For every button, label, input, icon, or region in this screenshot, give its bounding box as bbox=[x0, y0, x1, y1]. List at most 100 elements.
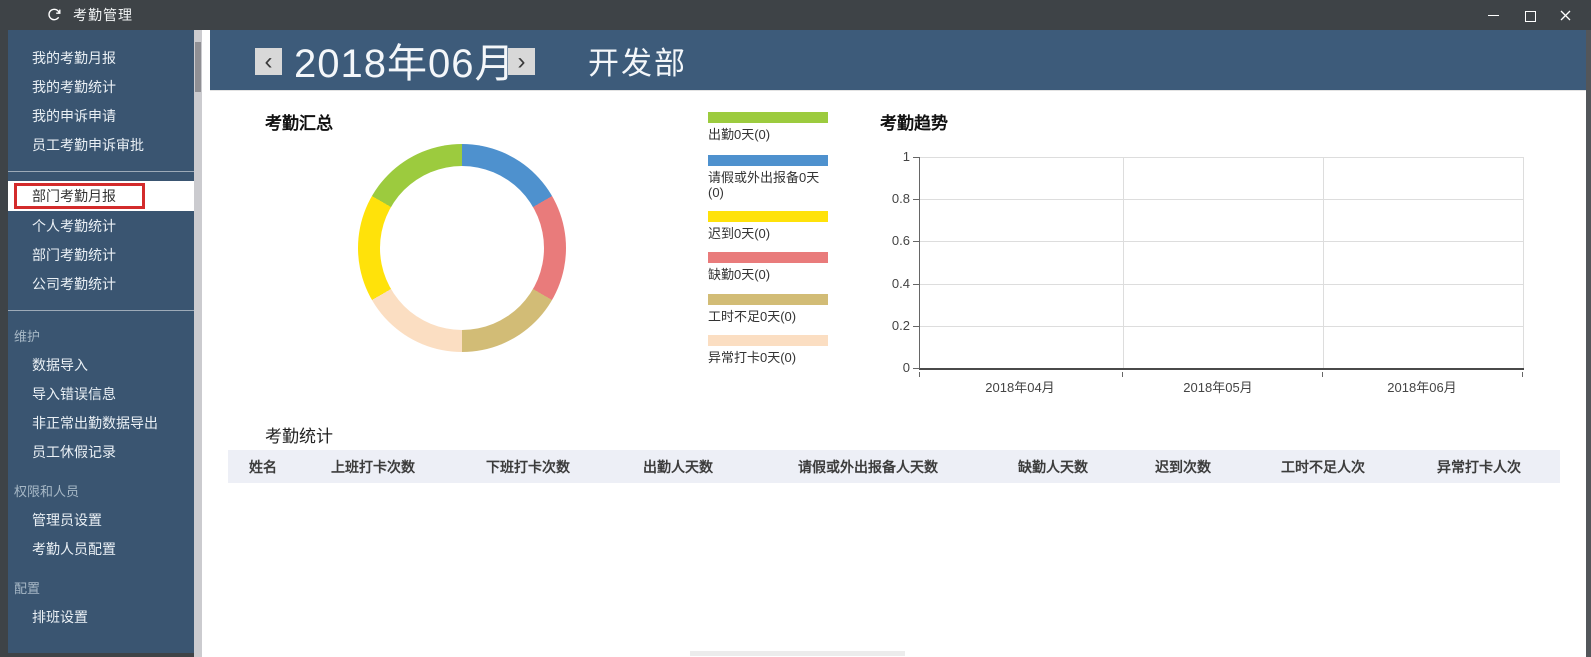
sidebar-item-dept-attendance-stats[interactable]: 部门考勤统计 bbox=[8, 240, 202, 269]
window-right-edge bbox=[1586, 30, 1591, 657]
current-month: 2018年06月 bbox=[294, 42, 516, 86]
sync-icon bbox=[46, 7, 62, 23]
close-button[interactable] bbox=[1547, 0, 1583, 30]
y-axis-label: 0.8 bbox=[891, 191, 910, 206]
attendance-donut bbox=[358, 144, 566, 352]
sidebar-section-config: 配置 bbox=[14, 581, 41, 596]
sidebar-item-personal-attendance-stats[interactable]: 个人考勤统计 bbox=[8, 211, 202, 240]
gridline bbox=[920, 284, 1524, 285]
horizontal-scrollbar-thumb[interactable] bbox=[690, 651, 905, 656]
y-axis-tick bbox=[913, 326, 919, 327]
sidebar-divider bbox=[8, 310, 202, 311]
column-header-abnormal-punch-count: 异常打卡人次 bbox=[1437, 458, 1521, 475]
minimize-button[interactable] bbox=[1475, 0, 1511, 30]
sidebar-item-company-attendance-stats[interactable]: 公司考勤统计 bbox=[8, 269, 202, 298]
summary-title: 考勤汇总 bbox=[265, 114, 333, 133]
column-header-absent-person-days: 缺勤人天数 bbox=[1018, 458, 1088, 475]
stats-table-header: 姓名 上班打卡次数 下班打卡次数 出勤人天数 请假或外出报备人天数 缺勤人天数 … bbox=[228, 450, 1560, 483]
column-header-clockout-count: 下班打卡次数 bbox=[486, 458, 570, 475]
y-axis-tick bbox=[913, 199, 919, 200]
gridline bbox=[920, 157, 1524, 158]
column-header-insufficient-hours-count: 工时不足人次 bbox=[1281, 458, 1365, 475]
x-axis-label: 2018年04月 bbox=[985, 380, 1055, 395]
gridline bbox=[920, 326, 1524, 327]
window-controls bbox=[1475, 0, 1583, 30]
column-header-present-person-days: 出勤人天数 bbox=[643, 458, 713, 475]
sidebar-item-employee-leave-records[interactable]: 员工休假记录 bbox=[8, 437, 202, 466]
legend-item-present[interactable]: 出勤0天(0) bbox=[708, 112, 833, 142]
legend-label: 异常打卡0天(0) bbox=[708, 350, 797, 365]
sidebar-divider bbox=[8, 171, 202, 172]
legend-swatch bbox=[708, 294, 828, 305]
gridline bbox=[1323, 157, 1324, 368]
legend-item-insufficient-hours[interactable]: 工时不足0天(0) bbox=[708, 294, 833, 324]
sidebar-item-shift-settings[interactable]: 排班设置 bbox=[8, 602, 202, 631]
column-header-clockin-count: 上班打卡次数 bbox=[331, 458, 415, 475]
y-axis-tick bbox=[913, 157, 919, 158]
sidebar-item-admin-settings[interactable]: 管理员设置 bbox=[8, 505, 202, 534]
x-axis-tick bbox=[1122, 372, 1123, 377]
legend-swatch bbox=[708, 112, 828, 123]
titlebar: 考勤管理 bbox=[0, 0, 1591, 30]
trend-chart-plot bbox=[919, 157, 1524, 370]
close-icon bbox=[1560, 10, 1570, 20]
column-header-late-count: 迟到次数 bbox=[1155, 458, 1211, 475]
donut-legend: 出勤0天(0) 请假或外出报备0天(0) 迟到0天(0) 缺勤0天(0) 工时不… bbox=[708, 30, 838, 380]
column-header-name: 姓名 bbox=[249, 458, 277, 475]
sidebar-item-import-error-info[interactable]: 导入错误信息 bbox=[8, 379, 202, 408]
restore-icon bbox=[1525, 8, 1539, 22]
gridline bbox=[920, 199, 1524, 200]
y-axis-label: 0.4 bbox=[891, 276, 910, 291]
sidebar-container: 我的考勤月报 我的考勤统计 我的申诉申请 员工考勤申诉审批 部门考勤月报 个人考… bbox=[0, 30, 202, 657]
main-content: ‹ 2018年06月 › 开发部 考勤汇总 出勤0天(0) 请假或外出报备0天(… bbox=[210, 30, 1586, 657]
y-axis-tick bbox=[913, 284, 919, 285]
sidebar-item-dept-monthly-report[interactable]: 部门考勤月报 bbox=[8, 181, 202, 211]
y-axis-label: 1 bbox=[902, 149, 910, 164]
department-name: 开发部 bbox=[588, 45, 687, 81]
minimize-icon bbox=[1487, 14, 1499, 16]
sidebar-item-data-import[interactable]: 数据导入 bbox=[8, 350, 202, 379]
y-axis-tick bbox=[913, 368, 919, 369]
sidebar-item-my-monthly-report[interactable]: 我的考勤月报 bbox=[8, 43, 202, 72]
gridline bbox=[1523, 157, 1524, 368]
y-axis-label: 0.2 bbox=[891, 318, 910, 333]
sidebar-item-employee-appeal-approval[interactable]: 员工考勤申诉审批 bbox=[8, 130, 202, 159]
sidebar-item-my-attendance-stats[interactable]: 我的考勤统计 bbox=[8, 72, 202, 101]
sidebar-item-attendance-staff-config[interactable]: 考勤人员配置 bbox=[8, 534, 202, 563]
sidebar-section-maintenance: 维护 bbox=[14, 329, 41, 344]
legend-label: 迟到0天(0) bbox=[708, 226, 771, 241]
sidebar-scrollbar-track[interactable] bbox=[194, 30, 202, 657]
legend-swatch bbox=[708, 155, 828, 166]
restore-button[interactable] bbox=[1511, 0, 1547, 30]
donut-hole bbox=[380, 166, 544, 330]
sidebar-scrollbar-thumb[interactable] bbox=[195, 42, 201, 92]
y-axis-tick bbox=[913, 241, 919, 242]
legend-swatch bbox=[708, 335, 828, 346]
prev-month-button[interactable]: ‹ bbox=[255, 48, 282, 75]
trend-title: 考勤趋势 bbox=[880, 114, 948, 133]
app-window: 考勤管理 我的考勤月报 我的考勤统计 我的申诉申请 员工考勤申诉审批 部门考勤月… bbox=[0, 0, 1591, 657]
legend-item-late[interactable]: 迟到0天(0) bbox=[708, 211, 833, 241]
x-axis-tick bbox=[1322, 372, 1323, 377]
page-header: ‹ 2018年06月 › 开发部 bbox=[210, 30, 1586, 91]
legend-item-absent[interactable]: 缺勤0天(0) bbox=[708, 252, 833, 282]
sidebar-item-label: 部门考勤月报 bbox=[32, 188, 116, 204]
stats-title: 考勤统计 bbox=[265, 427, 333, 446]
next-month-button[interactable]: › bbox=[508, 48, 535, 75]
sidebar-section-permissions-personnel: 权限和人员 bbox=[14, 484, 80, 499]
legend-item-abnormal-punch[interactable]: 异常打卡0天(0) bbox=[708, 335, 833, 365]
y-axis-label: 0 bbox=[902, 360, 910, 375]
gridline bbox=[920, 241, 1524, 242]
legend-item-leave[interactable]: 请假或外出报备0天(0) bbox=[708, 155, 833, 200]
window-title: 考勤管理 bbox=[73, 7, 133, 23]
legend-label: 缺勤0天(0) bbox=[708, 267, 771, 282]
gridline bbox=[1123, 157, 1124, 368]
selected-item-highlight: 部门考勤月报 bbox=[14, 183, 145, 209]
legend-swatch bbox=[708, 252, 828, 263]
x-axis-tick bbox=[1522, 372, 1523, 377]
column-header-leave-person-days: 请假或外出报备人天数 bbox=[798, 458, 938, 475]
y-axis-label: 0.6 bbox=[891, 233, 910, 248]
x-axis-label: 2018年06月 bbox=[1387, 380, 1457, 395]
sidebar-item-my-appeal-request[interactable]: 我的申诉申请 bbox=[8, 101, 202, 130]
sidebar-item-abnormal-attendance-export[interactable]: 非正常出勤数据导出 bbox=[8, 408, 202, 437]
